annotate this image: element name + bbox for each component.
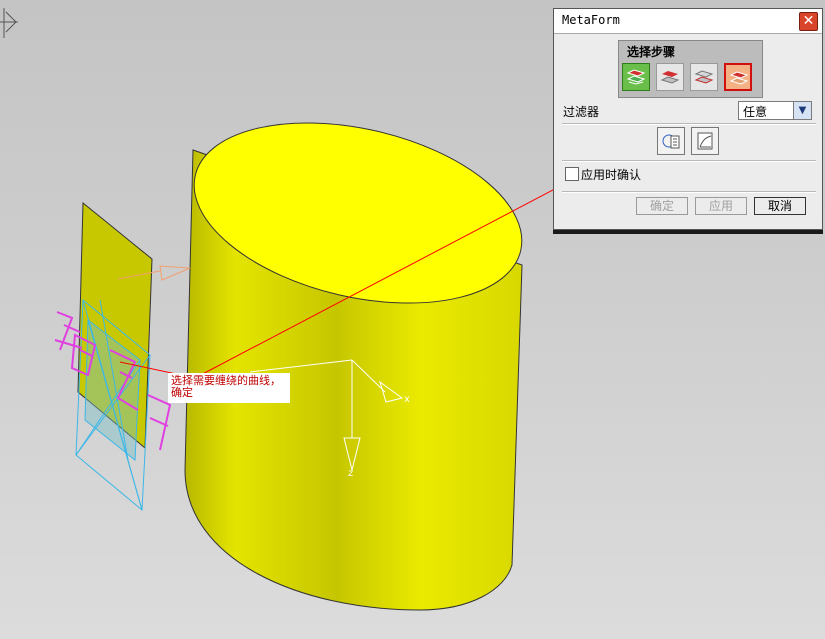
dialog-titlebar[interactable]: MetaForm ✕	[554, 9, 822, 34]
divider	[562, 123, 816, 125]
confirm-on-apply-checkbox[interactable]	[565, 167, 579, 181]
selection-steps-group: 选择步骤	[618, 40, 763, 98]
select-surface-green-icon	[626, 69, 646, 85]
list-curves-button[interactable]	[691, 127, 719, 155]
step-4-button[interactable]	[724, 63, 752, 91]
filter-label: 过滤器	[563, 105, 600, 119]
view-triad-icon	[0, 8, 18, 38]
ok-button[interactable]: 确定	[636, 197, 688, 215]
dialog-title: MetaForm	[562, 13, 620, 27]
callout-note: 选择需要缠绕的曲线， 确定	[168, 373, 290, 403]
step-3-button[interactable]	[690, 63, 718, 91]
surface-step-2-icon	[660, 71, 680, 84]
close-icon: ✕	[802, 13, 815, 29]
wrap-curve-step-icon	[729, 71, 749, 85]
list-curves-icon	[697, 132, 713, 150]
close-button[interactable]: ✕	[799, 12, 818, 31]
axis-z-label: z	[348, 468, 353, 479]
filter-select[interactable]: 任意 ▼	[738, 101, 812, 120]
surface-step-3-icon	[694, 70, 714, 84]
curve-select-button[interactable]	[657, 127, 685, 155]
confirm-on-apply-label: 应用时确认	[581, 168, 642, 182]
step-1-button[interactable]	[622, 63, 650, 91]
chevron-down-icon[interactable]: ▼	[793, 102, 811, 119]
divider	[562, 191, 816, 193]
metaform-dialog: MetaForm ✕ 选择步骤 过滤器 任意 ▼ 应用时确认 确定 应用 取消	[553, 8, 823, 230]
filter-value: 任意	[743, 105, 768, 119]
apply-button[interactable]: 应用	[695, 197, 747, 215]
curve-select-icon	[662, 134, 680, 149]
divider	[562, 160, 816, 162]
axis-x-label: x	[404, 394, 410, 405]
selection-steps-label: 选择步骤	[627, 45, 676, 59]
step-2-button[interactable]	[656, 63, 684, 91]
cancel-button[interactable]: 取消	[754, 197, 806, 215]
